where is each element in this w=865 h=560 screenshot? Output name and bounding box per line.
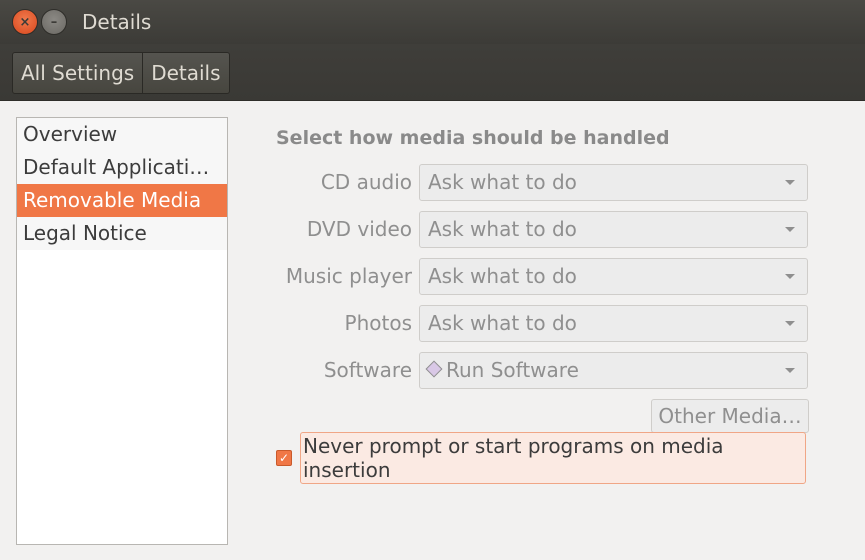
- toolbar: All Settings Details: [0, 44, 865, 101]
- photos-label: Photos: [344, 311, 412, 335]
- software-value-wrap: Run Software: [425, 353, 579, 388]
- software-label: Software: [323, 358, 412, 382]
- breadcrumb: All Settings Details: [12, 52, 230, 94]
- sidebar-item-default-applications[interactable]: Default Applicati…: [17, 151, 227, 184]
- title-bar: × – Details: [0, 0, 865, 44]
- never-prompt-checkbox[interactable]: ✓: [276, 450, 292, 466]
- software-select[interactable]: Run Software: [419, 352, 808, 389]
- music-player-label: Music player: [285, 264, 412, 288]
- chevron-down-icon: [785, 180, 795, 185]
- sidebar-item-legal-notice[interactable]: Legal Notice: [17, 217, 227, 250]
- sidebar-item-overview[interactable]: Overview: [17, 118, 227, 151]
- cd-audio-value: Ask what to do: [428, 170, 577, 194]
- chevron-down-icon: [785, 274, 795, 279]
- cd-audio-select[interactable]: Ask what to do: [419, 164, 808, 201]
- music-player-select[interactable]: Ask what to do: [419, 258, 808, 295]
- photos-select[interactable]: Ask what to do: [419, 305, 808, 342]
- chevron-down-icon: [785, 227, 795, 232]
- sidebar-item-removable-media[interactable]: Removable Media: [17, 184, 227, 217]
- cd-audio-label: CD audio: [320, 170, 412, 194]
- software-value: Run Software: [446, 358, 579, 382]
- minimize-icon[interactable]: –: [41, 9, 67, 35]
- never-prompt-label[interactable]: Never prompt or start programs on media …: [300, 432, 806, 484]
- dvd-video-label: DVD video: [306, 217, 412, 241]
- never-prompt-row: ✓ Never prompt or start programs on medi…: [276, 432, 806, 484]
- dvd-video-select[interactable]: Ask what to do: [419, 211, 808, 248]
- breadcrumb-all-settings[interactable]: All Settings: [13, 53, 142, 93]
- dvd-video-value: Ask what to do: [428, 217, 577, 241]
- software-icon: [425, 360, 443, 377]
- sidebar: Overview Default Applicati… Removable Me…: [16, 117, 228, 545]
- chevron-down-icon: [785, 368, 795, 373]
- other-media-button[interactable]: Other Media…: [651, 399, 809, 433]
- close-icon[interactable]: ×: [12, 9, 38, 35]
- music-player-value: Ask what to do: [428, 264, 577, 288]
- chevron-down-icon: [785, 321, 795, 326]
- photos-value: Ask what to do: [428, 311, 577, 335]
- breadcrumb-details[interactable]: Details: [142, 53, 228, 93]
- window-title: Details: [82, 10, 152, 34]
- section-title: Select how media should be handled: [276, 127, 670, 149]
